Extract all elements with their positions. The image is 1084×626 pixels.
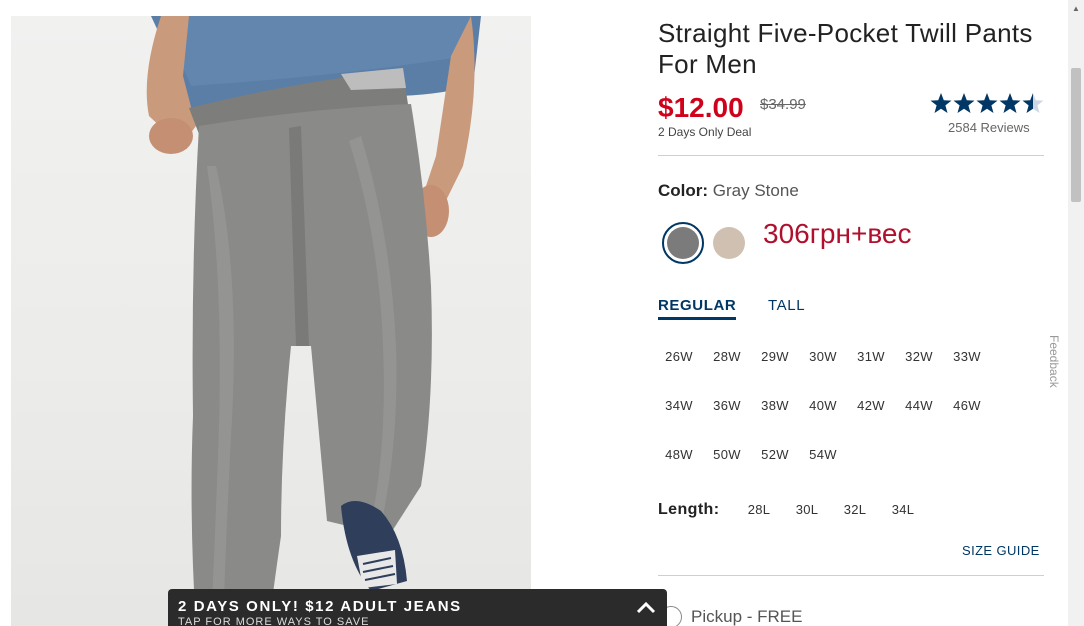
length-option[interactable]: 34L [883, 502, 923, 517]
scrollbar-thumb[interactable] [1071, 68, 1081, 202]
color-value: Gray Stone [712, 181, 799, 200]
size-option[interactable]: 33W [947, 349, 987, 364]
size-option[interactable]: 48W [659, 447, 699, 462]
swatch-color-gray [667, 227, 699, 259]
size-option[interactable]: 31W [851, 349, 891, 364]
swatch-khaki[interactable] [708, 222, 750, 264]
pickup-label: Pickup - FREE [691, 607, 803, 626]
divider [658, 575, 1044, 576]
promo-subtext: TAP FOR MORE WAYS TO SAVE [178, 616, 370, 626]
size-option[interactable]: 40W [803, 398, 843, 413]
size-option[interactable]: 26W [659, 349, 699, 364]
color-selection: Color: Gray Stone [658, 181, 799, 201]
deal-label: 2 Days Only Deal [658, 125, 752, 139]
feedback-tab[interactable]: Feedback [1039, 335, 1061, 397]
length-label: Length: [658, 501, 720, 518]
original-price: $34.99 [760, 96, 806, 113]
size-option[interactable]: 44W [899, 398, 939, 413]
size-option[interactable]: 36W [707, 398, 747, 413]
scrollbar[interactable]: ▲ [1068, 0, 1084, 626]
size-option[interactable]: 52W [755, 447, 795, 462]
promo-banner[interactable]: 2 DAYS ONLY! $12 ADULT JEANS TAP FOR MOR… [168, 589, 667, 626]
tab-regular[interactable]: REGULAR [658, 297, 737, 320]
size-option[interactable]: 38W [755, 398, 795, 413]
product-image[interactable] [11, 16, 531, 626]
handwritten-annotation: 306грн+вес [763, 218, 912, 249]
size-option[interactable]: 30W [803, 349, 843, 364]
tab-tall[interactable]: TALL [768, 297, 805, 314]
length-option[interactable]: 32L [835, 502, 875, 517]
size-option[interactable]: 54W [803, 447, 843, 462]
size-option[interactable]: 32W [899, 349, 939, 364]
size-option[interactable]: 42W [851, 398, 891, 413]
swatch-color-khaki [713, 227, 745, 259]
size-option[interactable]: 28W [707, 349, 747, 364]
size-option[interactable]: 29W [755, 349, 795, 364]
size-option[interactable]: 50W [707, 447, 747, 462]
size-option[interactable]: 34W [659, 398, 699, 413]
divider [658, 155, 1044, 156]
color-label: Color: [658, 181, 709, 200]
promo-headline: 2 DAYS ONLY! $12 ADULT JEANS [178, 598, 462, 615]
size-option[interactable]: 46W [947, 398, 987, 413]
sale-price: $12.00 [658, 92, 744, 123]
product-title: Straight Five-Pocket Twill Pants For Men [658, 18, 1033, 79]
size-guide-link[interactable]: SIZE GUIDE [962, 543, 1040, 558]
pants-model-illustration [146, 16, 481, 626]
rating-stars-icon [930, 93, 1044, 113]
chevron-up-icon[interactable] [636, 602, 656, 614]
length-option[interactable]: 28L [739, 502, 779, 517]
star-rating[interactable] [930, 92, 1046, 121]
swatch-gray-stone[interactable] [662, 222, 704, 264]
review-count-link[interactable]: 2584 Reviews [948, 120, 1030, 135]
length-option[interactable]: 30L [787, 502, 827, 517]
scroll-up-icon[interactable]: ▲ [1072, 4, 1080, 13]
